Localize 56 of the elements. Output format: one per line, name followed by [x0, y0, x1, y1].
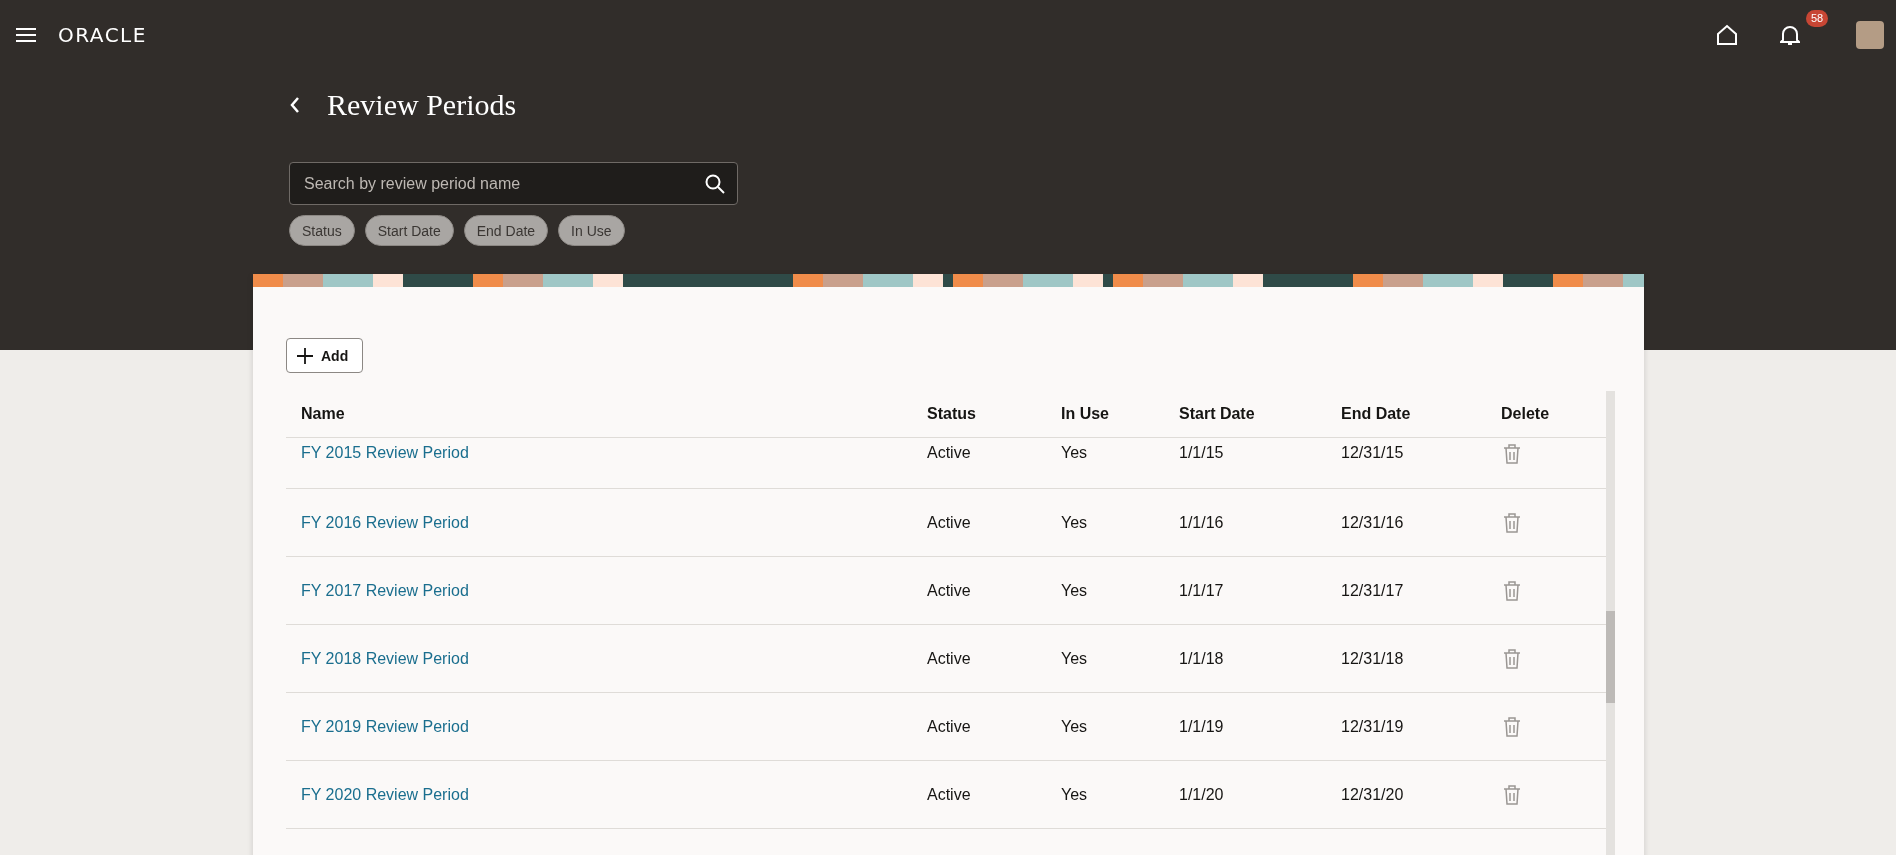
period-link[interactable]: FY 2020 Review Period: [286, 785, 469, 803]
table-cell-text: Active: [926, 444, 972, 462]
table-cell-text: Yes: [1060, 649, 1089, 668]
scrollbar-thumb[interactable]: [1606, 611, 1615, 703]
search-icon[interactable]: [705, 173, 725, 194]
column-header: Start Date: [1178, 405, 1256, 423]
period-link[interactable]: FY 2017 Review Period: [286, 581, 469, 599]
trash-icon[interactable]: [1503, 648, 1523, 669]
table-cell-text: Yes: [1060, 513, 1089, 532]
table-cell-text: Active: [926, 649, 972, 668]
avatar-photo-placeholder[interactable]: [1856, 21, 1884, 49]
column-header: End Date: [1340, 405, 1412, 423]
filter-chip[interactable]: End Date: [463, 215, 549, 246]
trash-icon[interactable]: [1503, 716, 1523, 737]
table-cell-text: 12/31/17: [1340, 581, 1405, 600]
table-cell-text: 12/31/19: [1340, 717, 1405, 736]
plus-icon: [297, 347, 313, 364]
column-header: Status: [926, 405, 977, 423]
table-cell-text: 12/31/16: [1340, 513, 1405, 532]
filter-chip[interactable]: Status: [289, 215, 355, 246]
period-link[interactable]: FY 2015 Review Period: [286, 444, 469, 461]
logo[interactable]: ORACLE: [58, 23, 147, 47]
column-header: In Use: [1060, 405, 1110, 423]
search-input[interactable]: Search by review period name: [302, 173, 705, 194]
add-button[interactable]: Add: [286, 338, 364, 373]
column-header: Name: [300, 405, 346, 423]
table-cell-text: Yes: [1060, 581, 1089, 600]
table-cell-text: 12/31/20: [1340, 785, 1405, 804]
trash-icon[interactable]: [1503, 444, 1523, 464]
table-cell-text: 1/1/17: [1178, 581, 1225, 600]
table-cell-text: Active: [926, 513, 972, 532]
table-cell-text: 12/31/18: [1340, 649, 1405, 668]
page-title: Review Periods: [327, 88, 517, 122]
period-link[interactable]: FY 2019 Review Period: [286, 717, 469, 735]
table-cell-text: 1/1/15: [1178, 444, 1225, 462]
trash-icon[interactable]: [1503, 580, 1523, 601]
column-header: Delete: [1500, 405, 1551, 423]
table-cell-text: Active: [926, 785, 972, 804]
table-cell-text: 1/1/19: [1178, 717, 1225, 736]
table-cell-text: Active: [926, 717, 972, 736]
table-cell-text: 1/1/20: [1178, 785, 1225, 804]
notification-count: 58: [1806, 10, 1829, 27]
table-cell-text: Yes: [1060, 785, 1089, 804]
table-cell-text: Active: [926, 581, 972, 600]
filter-chip[interactable]: Start Date: [364, 215, 454, 246]
trash-icon[interactable]: [1503, 784, 1523, 805]
table-cell-text: Yes: [1060, 444, 1089, 462]
period-link[interactable]: FY 2016 Review Period: [286, 513, 469, 531]
filter-chip[interactable]: In Use: [558, 215, 625, 246]
table-cell-text: 1/1/16: [1178, 513, 1225, 532]
table-cell-text: 1/1/18: [1178, 649, 1225, 668]
search-field[interactable]: Search by review period name: [289, 162, 738, 205]
table-cell-text: Yes: [1060, 717, 1089, 736]
trash-icon[interactable]: [1503, 512, 1523, 533]
table-cell-text: 12/31/15: [1340, 444, 1405, 462]
period-link[interactable]: FY 2018 Review Period: [286, 649, 469, 667]
